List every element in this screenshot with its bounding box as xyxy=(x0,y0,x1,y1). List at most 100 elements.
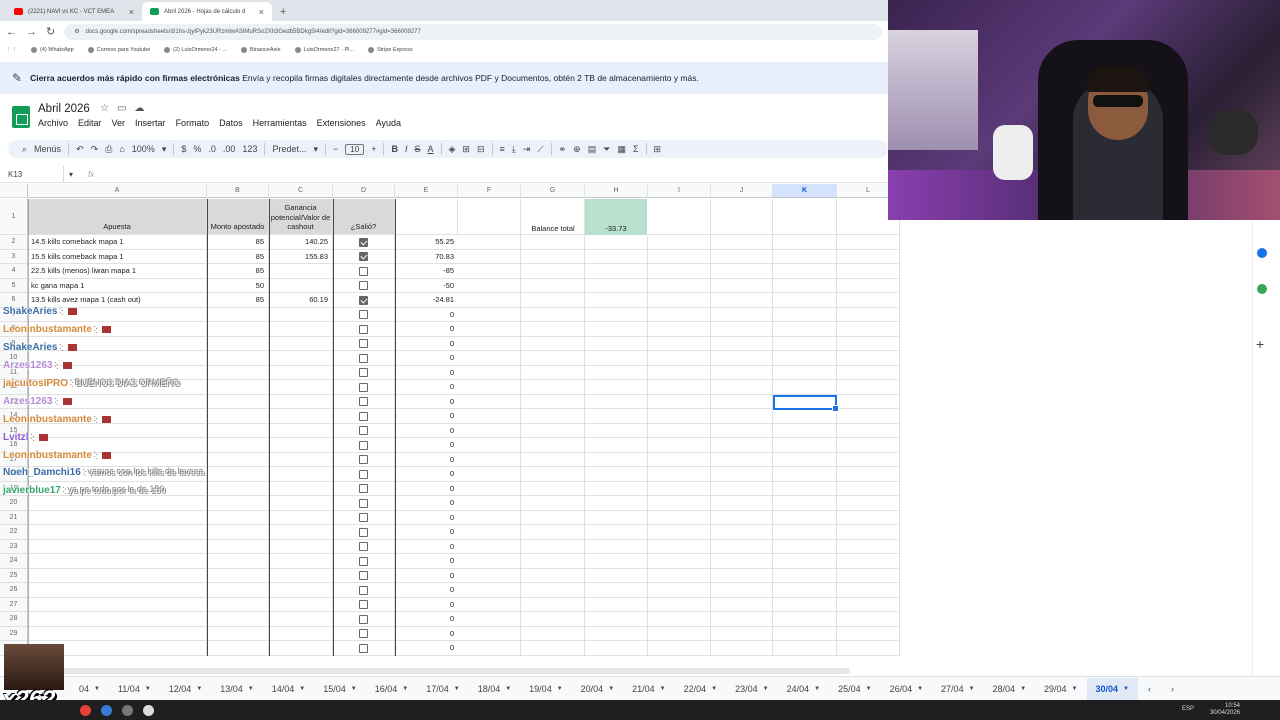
sheet-tab[interactable]: 24/04 ▼ xyxy=(778,678,829,700)
functions-icon[interactable]: Σ xyxy=(633,144,639,154)
cell-ganancia[interactable] xyxy=(269,583,333,598)
cell-apuesta[interactable] xyxy=(28,539,207,554)
grid-cell[interactable] xyxy=(773,235,837,250)
grid-cell[interactable] xyxy=(521,336,585,351)
grid-cell[interactable] xyxy=(585,409,648,424)
column-header-d[interactable]: D xyxy=(333,184,395,198)
grid-cell[interactable] xyxy=(711,351,773,366)
grid-cell[interactable] xyxy=(458,423,521,438)
grid-cell[interactable] xyxy=(773,539,837,554)
grid-cell[interactable] xyxy=(773,626,837,641)
grid-cell[interactable] xyxy=(773,641,837,656)
grid-cell[interactable] xyxy=(773,336,837,351)
grid-cell[interactable] xyxy=(521,307,585,322)
cell-ganancia[interactable]: 155.83 xyxy=(269,249,333,264)
grid-cell[interactable] xyxy=(585,394,648,409)
checkbox[interactable] xyxy=(359,411,368,421)
column-header-k[interactable]: K xyxy=(773,184,837,198)
cell-monto[interactable] xyxy=(207,568,269,583)
grid-cell[interactable] xyxy=(585,510,648,525)
grid-cell[interactable] xyxy=(521,539,585,554)
menu-herramientas[interactable]: Herramientas xyxy=(253,118,307,128)
column-header-g[interactable]: G xyxy=(521,184,585,198)
cell-monto[interactable] xyxy=(207,496,269,511)
checkbox[interactable] xyxy=(359,527,368,537)
grid-cell[interactable] xyxy=(458,583,521,598)
grid-cell[interactable] xyxy=(521,583,585,598)
grid-cell[interactable] xyxy=(458,597,521,612)
row-header[interactable]: 25 xyxy=(0,568,28,583)
app-icon[interactable] xyxy=(143,704,154,716)
grid-cell[interactable] xyxy=(458,525,521,540)
grid-cell[interactable] xyxy=(837,394,900,409)
cell-monto[interactable]: 85 xyxy=(207,293,269,308)
fill-color-icon[interactable]: ◈ xyxy=(449,144,456,155)
grid-cell[interactable] xyxy=(585,249,648,264)
column-header-a[interactable]: A xyxy=(28,184,207,198)
grid-cell[interactable] xyxy=(521,293,585,308)
print-icon[interactable]: ⎙ xyxy=(105,144,112,155)
grid-cell[interactable] xyxy=(648,438,711,453)
cell-ganancia[interactable] xyxy=(269,641,333,656)
grid-cell[interactable] xyxy=(521,597,585,612)
grid-cell[interactable] xyxy=(837,612,900,627)
grid-cell[interactable] xyxy=(711,409,773,424)
grid-cell[interactable] xyxy=(585,235,648,250)
checkbox[interactable] xyxy=(359,571,368,580)
checkbox[interactable] xyxy=(359,440,368,450)
chevron-down-icon[interactable]: ▼ xyxy=(1020,686,1026,692)
increase-decimal-button[interactable]: .00 xyxy=(223,144,236,154)
chart-icon[interactable]: ▤ xyxy=(588,144,597,155)
cell-ganancia[interactable] xyxy=(269,481,333,496)
sheet-tab[interactable]: 28/04 ▼ xyxy=(984,678,1035,700)
cell-apuesta[interactable] xyxy=(28,612,207,627)
cell-ganancia[interactable] xyxy=(269,554,333,569)
grid-cell[interactable] xyxy=(648,351,711,366)
cell-ganancia[interactable] xyxy=(269,438,333,453)
cell-monto[interactable] xyxy=(207,467,269,482)
chevron-down-icon[interactable]: ▼ xyxy=(1072,686,1078,692)
grid-cell[interactable] xyxy=(711,612,773,627)
row-header[interactable]: 4 xyxy=(0,264,28,279)
grid-cell[interactable] xyxy=(837,264,900,279)
cell-resultado[interactable]: 0 xyxy=(395,612,458,627)
cell-monto[interactable] xyxy=(207,365,269,380)
grid-cell[interactable] xyxy=(648,568,711,583)
cell-resultado[interactable]: 55.25 xyxy=(395,235,458,250)
grid-cell[interactable] xyxy=(711,467,773,482)
sheet-tab[interactable]: 15/04 ▼ xyxy=(314,678,365,700)
row-header[interactable]: 1 xyxy=(0,199,28,235)
forward-icon[interactable]: → xyxy=(26,26,37,38)
chevron-down-icon[interactable]: ▼ xyxy=(608,686,614,692)
bookmark-item[interactable]: (4) WhatsApp xyxy=(31,47,74,53)
scroll-right-icon[interactable]: › xyxy=(1161,684,1184,694)
cell-resultado[interactable]: 0 xyxy=(395,511,458,525)
grid-cell[interactable] xyxy=(585,597,648,612)
grid-cell[interactable] xyxy=(773,467,837,482)
checkbox[interactable] xyxy=(359,585,368,595)
sheet-tab[interactable]: 25/04 ▼ xyxy=(829,678,880,700)
contacts-icon[interactable] xyxy=(1257,248,1267,258)
font-size-increase-icon[interactable]: + xyxy=(371,144,376,154)
cell-monto[interactable] xyxy=(207,438,269,453)
scroll-left-icon[interactable]: ‹ xyxy=(1138,684,1161,694)
grid-cell[interactable] xyxy=(458,467,521,482)
browser-tab[interactable]: Abril 2026 - Hojas de cálculo d × xyxy=(142,2,272,21)
text-wrap-icon[interactable]: ⇥ xyxy=(523,144,531,155)
grid-cell[interactable] xyxy=(585,626,648,641)
grid-cell[interactable] xyxy=(521,554,585,569)
cell-monto[interactable] xyxy=(207,307,269,322)
cell-resultado[interactable]: 0 xyxy=(395,322,458,337)
grid-cell[interactable] xyxy=(773,199,837,235)
grid-cell[interactable] xyxy=(648,554,711,569)
cell-monto[interactable] xyxy=(207,351,269,366)
checkbox[interactable] xyxy=(359,353,368,363)
grid-cell[interactable] xyxy=(458,626,521,641)
align-horizontal-icon[interactable]: ≡ xyxy=(500,144,505,154)
grid-cell[interactable] xyxy=(458,351,521,366)
grid-cell[interactable] xyxy=(521,351,585,366)
grid-cell[interactable] xyxy=(585,380,648,395)
grid-cell[interactable] xyxy=(711,597,773,612)
column-stats-icon[interactable]: ⊞ xyxy=(654,144,662,155)
checkbox[interactable] xyxy=(359,455,368,464)
